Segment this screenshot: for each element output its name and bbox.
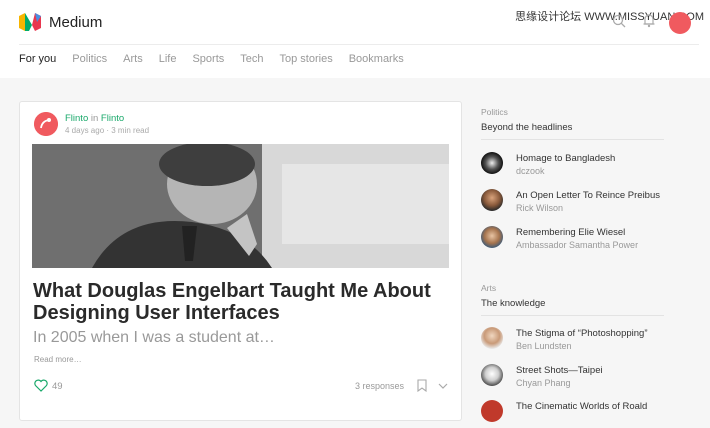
nav-for-you[interactable]: For you (19, 53, 56, 65)
story-avatar (481, 152, 503, 174)
section-category[interactable]: Arts (481, 283, 666, 293)
portrait-photo (32, 144, 449, 268)
section-title[interactable]: Beyond the headlines (481, 122, 666, 133)
post-subtitle[interactable]: In 2005 when I was a student at… (33, 329, 275, 347)
story-title[interactable]: Street Shots—Taipei (516, 365, 603, 376)
topic-nav: For you Politics Arts Life Sports Tech T… (19, 53, 420, 65)
sidebar-story[interactable]: Homage to Bangladesh dczook (481, 152, 681, 180)
post-card[interactable]: Flinto in Flinto 4 days ago · 3 min read… (19, 101, 462, 421)
post-meta: 4 days ago · 3 min read (65, 126, 150, 135)
publication-link[interactable]: Flinto (101, 113, 124, 124)
story-title[interactable]: Homage to Bangladesh (516, 153, 615, 164)
post-image[interactable] (32, 144, 449, 268)
top-bar: Medium 思缘设计论坛 WWW.MISSYUAN.COM For you P… (0, 0, 710, 78)
story-author[interactable]: dczook (516, 166, 545, 176)
story-avatar (481, 189, 503, 211)
author-link[interactable]: Flinto (65, 113, 88, 124)
sidebar-section-arts: Arts The knowledge (481, 283, 666, 316)
nav-sports[interactable]: Sports (192, 53, 224, 65)
responses-link[interactable]: 3 responses (355, 381, 404, 391)
section-category[interactable]: Politics (481, 107, 666, 117)
story-title[interactable]: An Open Letter To Reince Preibus (516, 190, 660, 201)
medium-m-icon (19, 13, 41, 31)
search-icon[interactable] (612, 14, 626, 28)
like-count: 49 (52, 381, 63, 392)
sidebar-section-politics: Politics Beyond the headlines (481, 107, 666, 140)
nav-tech[interactable]: Tech (240, 53, 263, 65)
user-avatar[interactable] (669, 12, 691, 34)
bookmark-icon[interactable] (417, 379, 427, 392)
author-line: Flinto in Flinto (65, 113, 124, 124)
sidebar-story[interactable]: An Open Letter To Reince Preibus Rick Wi… (481, 189, 681, 217)
author-avatar[interactable] (34, 112, 58, 136)
story-author[interactable]: Ben Lundsten (516, 341, 572, 351)
story-author[interactable]: Chyan Phang (516, 378, 571, 388)
story-author[interactable]: Ambassador Samantha Power (516, 240, 638, 250)
story-title[interactable]: Remembering Elie Wiesel (516, 227, 625, 238)
sidebar-story[interactable]: The Stigma of “Photoshopping” Ben Lundst… (481, 327, 681, 355)
medium-logo[interactable]: Medium (19, 13, 102, 31)
bell-icon[interactable] (642, 13, 656, 28)
chevron-down-icon[interactable] (438, 382, 448, 390)
nav-life[interactable]: Life (159, 53, 177, 65)
story-author[interactable]: Rick Wilson (516, 203, 563, 213)
nav-bookmarks[interactable]: Bookmarks (349, 53, 404, 65)
header-divider (19, 44, 699, 45)
in-word: in (90, 113, 99, 124)
read-more-link[interactable]: Read more… (34, 355, 82, 364)
story-avatar (481, 364, 503, 386)
sidebar-story[interactable]: The Cinematic Worlds of Roald (481, 400, 681, 428)
nav-politics[interactable]: Politics (72, 53, 107, 65)
story-title[interactable]: The Stigma of “Photoshopping” (516, 328, 648, 339)
sidebar-story[interactable]: Street Shots—Taipei Chyan Phang (481, 364, 681, 392)
heart-icon[interactable] (34, 379, 48, 392)
brand-name: Medium (49, 13, 103, 31)
story-avatar (481, 226, 503, 248)
section-divider (481, 315, 664, 316)
nav-arts[interactable]: Arts (123, 53, 143, 65)
story-avatar (481, 400, 503, 422)
section-title[interactable]: The knowledge (481, 298, 666, 309)
section-divider (481, 139, 664, 140)
sidebar-story[interactable]: Remembering Elie Wiesel Ambassador Saman… (481, 226, 681, 254)
nav-top-stories[interactable]: Top stories (280, 53, 333, 65)
story-avatar (481, 327, 503, 349)
post-title[interactable]: What Douglas Engelbart Taught Me About D… (33, 280, 453, 324)
